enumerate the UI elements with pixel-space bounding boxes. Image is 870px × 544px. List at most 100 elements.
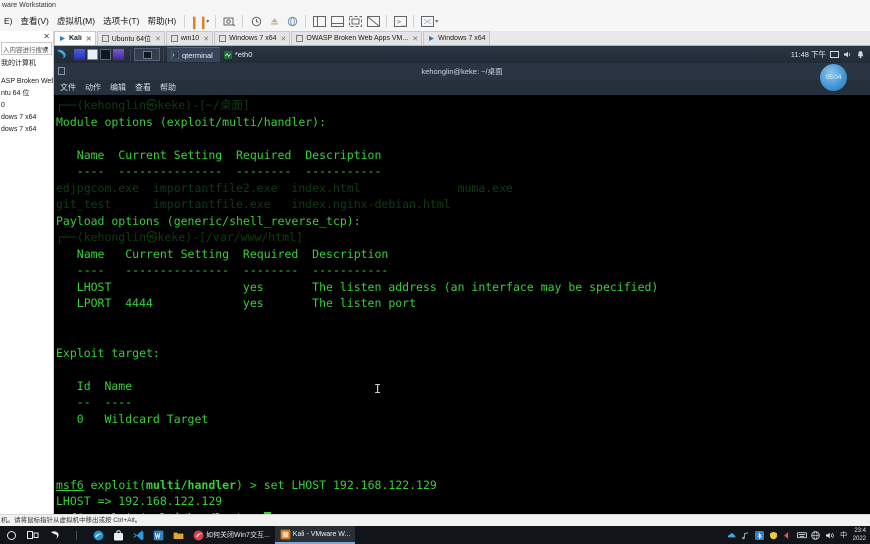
pause-icon[interactable]: ❙❙ [189, 15, 208, 29]
snapshot-icon[interactable] [222, 15, 236, 29]
taskbar-item-qterminal[interactable]: qterminal [167, 47, 220, 62]
unity-mode-icon[interactable] [366, 15, 380, 29]
volume-icon[interactable] [825, 530, 835, 540]
launcher-terminal-icon[interactable] [74, 49, 85, 60]
terminal-menu-actions[interactable]: 动作 [85, 82, 101, 93]
vm-tab-kali[interactable]: Kali ✕ [54, 31, 96, 45]
keyboard-icon[interactable] [796, 530, 807, 540]
onedrive-icon[interactable] [727, 530, 737, 540]
vm-icon [101, 35, 109, 42]
sidebar-item-owasp[interactable]: ASP Broken Web [0, 76, 53, 88]
stretch-guest-icon[interactable] [420, 15, 434, 29]
show-thumbnails-icon[interactable] [330, 15, 344, 29]
terminal-menu-help[interactable]: 帮助 [160, 82, 176, 93]
sidebar-item-windows7-a[interactable]: dows 7 x64 [0, 112, 53, 124]
taskbar-app-vscode[interactable] [128, 526, 148, 544]
toolbar-divider [184, 15, 186, 28]
bluetooth-icon[interactable] [755, 530, 765, 540]
chevron-down-icon[interactable]: ▾ [435, 18, 438, 25]
search-input[interactable]: 入内容进行搜索 ▼ [1, 42, 52, 55]
warning-icon[interactable] [783, 530, 793, 540]
terminal-title-bar: kehonglin@keke: ~/桌面 05:04 [54, 63, 870, 91]
taskbar-item-eth0[interactable]: *eth0 [220, 47, 260, 62]
vm-tab-owasp[interactable]: OWASP Broken Web Apps VM... ✕ [291, 31, 423, 45]
terminal-line: ---- --------------- -------- ----------… [56, 263, 389, 277]
taskbar-app-file-explorer[interactable] [168, 526, 188, 544]
menu-file[interactable]: E) [0, 12, 17, 31]
terminal-ghost-line: edjpgcom.exe importantfile2.exe index.ht… [56, 180, 513, 195]
terminal-output[interactable]: ┌──(kehonglin㉿keke)-[~/桌面] Module options… [54, 95, 870, 514]
chevron-down-icon[interactable]: ▼ [44, 46, 49, 52]
terminal-line: LPORT 4444 yes The listen port [56, 296, 417, 310]
toolbar-divider [413, 15, 415, 28]
sidebar-item-win10[interactable]: 0 [0, 100, 53, 112]
network-icon[interactable] [811, 530, 821, 540]
kali-vm-icon [59, 35, 66, 42]
close-icon[interactable]: ✕ [281, 35, 287, 43]
terminal-menu-file[interactable]: 文件 [60, 82, 76, 93]
close-icon[interactable]: ✕ [86, 35, 92, 43]
vm-tab-ubuntu[interactable]: Ubuntu 64位 ✕ [96, 31, 165, 45]
menu-virtual-machine[interactable]: 虚拟机(M) [53, 12, 99, 31]
widgets-icon[interactable] [44, 526, 66, 544]
panel-divider [163, 48, 164, 61]
taskbar-app-edge[interactable] [88, 526, 108, 544]
toolbar-divider [242, 15, 244, 28]
taskbar-app-wps[interactable] [148, 526, 168, 544]
close-icon[interactable]: ✕ [155, 35, 161, 43]
launcher-app-icon[interactable] [113, 49, 124, 60]
sidebar-item-windows7-b[interactable]: dows 7 x64 [0, 124, 53, 136]
msf-prompt: msf6 [56, 477, 84, 492]
menu-tabs[interactable]: 选项卡(T) [99, 12, 143, 31]
console-view-icon[interactable]: >_ [393, 15, 407, 29]
taskbar-app-store[interactable] [108, 526, 128, 544]
clock-date: 2022 [852, 536, 866, 542]
taskbar-app-browser[interactable]: 如何关闭Win7交互... [188, 526, 275, 544]
chevron-down-icon[interactable]: ▾ [206, 18, 209, 25]
panel-tray: 11:48 下午 [791, 49, 870, 60]
notification-bell-icon[interactable] [856, 50, 865, 59]
vm-tab-windows7-a[interactable]: Windows 7 x64 ✕ [214, 31, 291, 45]
menu-help[interactable]: 帮助(H) [143, 12, 180, 31]
search-circle-icon[interactable] [0, 526, 22, 544]
taskbar-clock[interactable]: 23:4 2022 [853, 527, 866, 543]
taskbar-app-vmware[interactable]: Kali - VMware W... [274, 526, 356, 544]
wireshark-icon [223, 50, 232, 59]
kali-menu-icon[interactable] [54, 46, 71, 63]
show-desktop-button[interactable] [134, 48, 160, 61]
vmware-icon [280, 529, 291, 540]
wps-icon [153, 530, 164, 541]
snapshot-manager-icon[interactable] [267, 15, 281, 29]
task-view-icon[interactable] [22, 526, 44, 544]
ime-cn-icon[interactable]: 中 [839, 530, 849, 540]
show-library-icon[interactable] [312, 15, 326, 29]
panel-clock[interactable]: 11:48 下午 [791, 49, 826, 60]
revert-snapshot-icon[interactable] [249, 15, 263, 29]
music-icon[interactable] [741, 530, 751, 540]
launcher-files-icon[interactable] [87, 49, 98, 60]
launcher-console-icon[interactable] [100, 49, 111, 60]
remote-connect-icon[interactable] [285, 15, 299, 29]
terminal-line: Payload options (generic/shell_reverse_t… [56, 213, 361, 228]
vmware-menu-bar: E) 查看(V) 虚拟机(M) 选项卡(T) 帮助(H) ❙❙ ▾ >_ ▾ [0, 12, 870, 31]
sidebar-item-ubuntu[interactable]: ntu 64 位 [0, 88, 53, 100]
shield-icon[interactable] [769, 530, 779, 540]
avatar[interactable]: 05:04 [820, 64, 847, 91]
close-icon[interactable]: ✕ [203, 35, 209, 43]
display-icon[interactable] [830, 50, 839, 59]
vm-tab-label: Windows 7 x64 [229, 35, 277, 42]
sidebar-item-my-computer[interactable]: 我的计算机 [0, 58, 53, 70]
vm-tab-win10[interactable]: win10 ✕ [165, 31, 214, 45]
terminal-menu-edit[interactable]: 编辑 [110, 82, 126, 93]
vscode-icon [133, 530, 144, 541]
volume-icon[interactable] [843, 50, 852, 59]
vm-tab-windows7-b[interactable]: Windows 7 x64 [423, 31, 490, 45]
close-icon[interactable]: ✕ [412, 35, 418, 43]
close-icon[interactable]: ✕ [43, 31, 50, 42]
full-screen-icon[interactable] [348, 15, 362, 29]
menu-view[interactable]: 查看(V) [17, 12, 53, 31]
library-sidebar: ✕ 入内容进行搜索 ▼ 我的计算机 ASP Broken Web ntu 64 … [0, 31, 54, 514]
terminal-menu-view[interactable]: 查看 [135, 82, 151, 93]
